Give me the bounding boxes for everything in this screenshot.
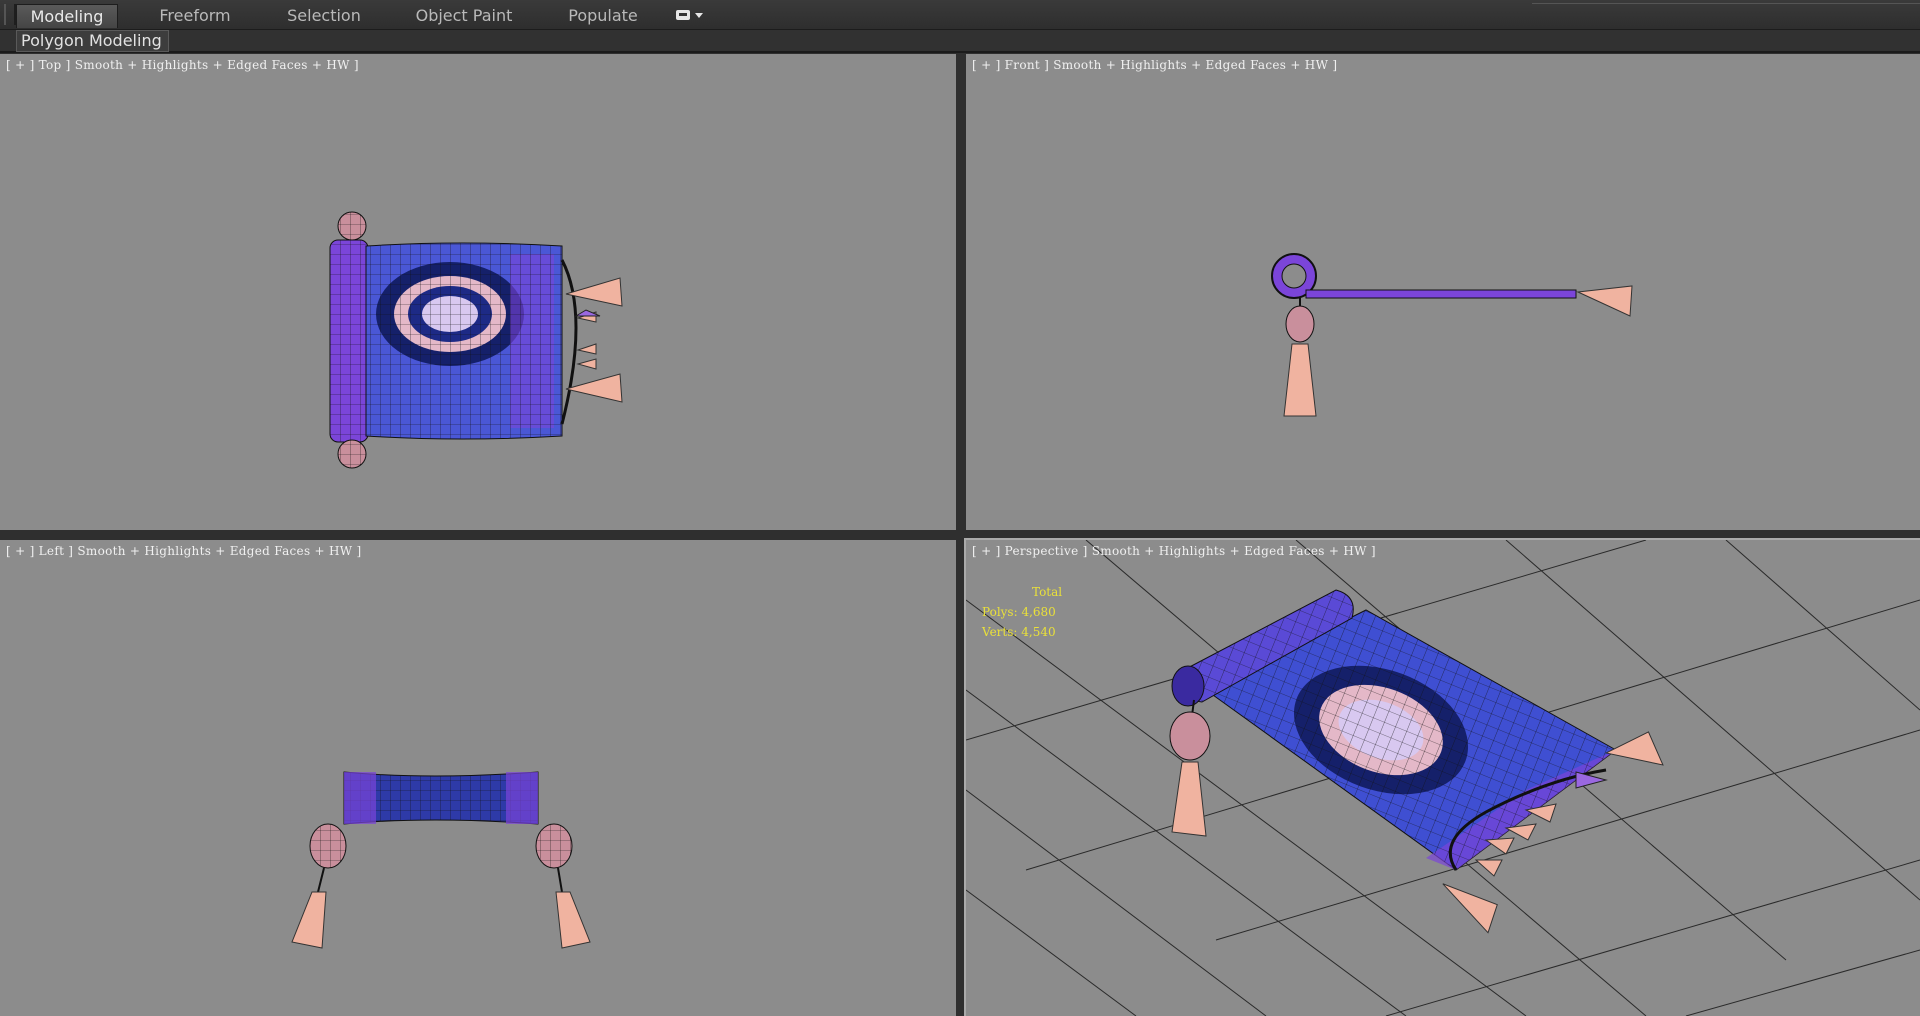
ribbon-options-dropdown[interactable] [676, 9, 710, 23]
tab-populate[interactable]: Populate [546, 4, 660, 27]
top-view-carpet-mesh [329, 211, 623, 469]
scene-statistics: Total Polys: 4,680 Verts: 4,540 [982, 582, 1062, 642]
viewport-front[interactable]: [ + ] Front ] Smooth + Highlights + Edge… [966, 54, 1920, 530]
ribbon-panel-bar: Polygon Modeling [0, 30, 1920, 53]
tab-selection[interactable]: Selection [268, 4, 380, 27]
chevron-down-icon [695, 13, 703, 18]
tab-object-paint[interactable]: Object Paint [400, 4, 528, 27]
viewport-left[interactable]: [ + ] Left ] Smooth + Highlights + Edged… [0, 540, 956, 1016]
stats-total-label: Total [1032, 585, 1063, 599]
ribbon-grip-handle[interactable] [4, 4, 16, 25]
ribbon-divider [1532, 3, 1920, 4]
stats-polys: Polys: 4,680 [982, 605, 1056, 619]
front-view-carpet-mesh [1271, 253, 1633, 417]
viewport-perspective-label[interactable]: [ + ] Perspective ] Smooth + Highlights … [972, 544, 1376, 558]
ribbon-toggle-icon [676, 10, 690, 20]
tab-freeform[interactable]: Freeform [138, 4, 252, 27]
tab-modeling[interactable]: Modeling [16, 4, 118, 28]
viewport-top[interactable]: [ + ] Top ] Smooth + Highlights + Edged … [0, 54, 956, 530]
stats-verts: Verts: 4,540 [982, 625, 1056, 639]
perspective-grid-and-carpet [966, 540, 1920, 1016]
polygon-modeling-panel-button[interactable]: Polygon Modeling [16, 30, 169, 52]
3ds-max-window: Modeling Freeform Selection Object Paint… [0, 0, 1920, 1016]
ribbon-tab-bar: Modeling Freeform Selection Object Paint… [0, 0, 1920, 30]
viewport-perspective[interactable]: [ + ] Perspective ] Smooth + Highlights … [964, 538, 1920, 1016]
left-view-carpet-mesh [291, 771, 591, 949]
